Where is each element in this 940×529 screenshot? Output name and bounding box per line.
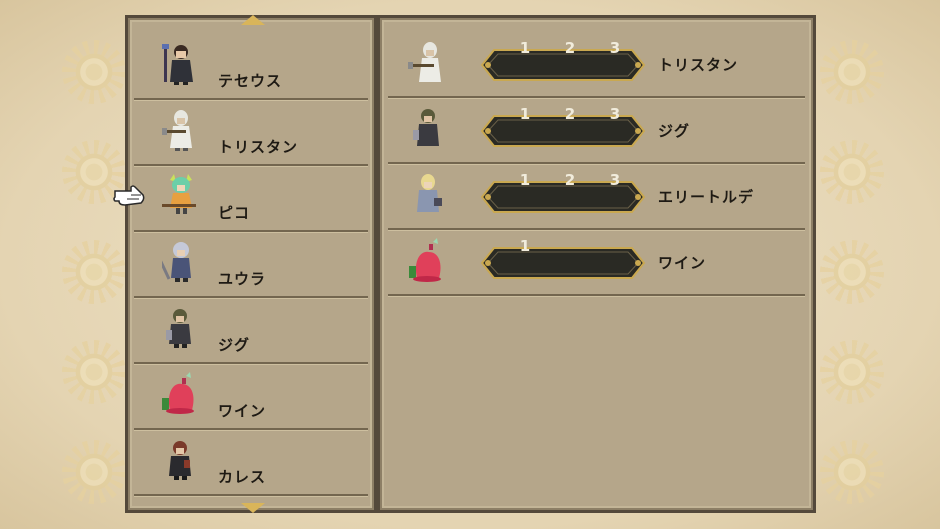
party-member-name: トリスタン xyxy=(218,138,299,156)
brown-haired-rogue-sprite-icon xyxy=(169,441,191,480)
dark-armored-knight-sprite-icon xyxy=(166,309,191,348)
white-robed-lancer-sprite-icon xyxy=(162,110,192,151)
party-member-name: ワイン xyxy=(218,402,267,420)
relation-level-plate xyxy=(480,247,646,279)
relation-row[interactable]: 1 ワイン xyxy=(388,230,805,296)
red-slime-sprite-icon xyxy=(409,238,441,282)
relation-level-label: 3 xyxy=(609,105,621,123)
sun-ornament xyxy=(62,440,126,504)
party-member-row[interactable]: ワイン xyxy=(134,362,368,430)
relation-row[interactable]: 1 2 3 ジグ xyxy=(388,98,805,164)
party-member-name: ピコ xyxy=(218,204,251,222)
relation-level-label: 1 xyxy=(519,171,531,189)
red-slime-sprite-icon xyxy=(162,372,194,414)
relation-level-label: 3 xyxy=(609,39,621,57)
party-member-name: ユウラ xyxy=(218,270,267,288)
sun-ornament xyxy=(820,340,884,404)
relation-level-label: 2 xyxy=(564,39,576,57)
sun-ornament xyxy=(62,340,126,404)
party-list-panel: テセウス トリスタン ピコ ユウラ ジグ ワイン カレス xyxy=(125,15,377,513)
white-robed-lancer-sprite-icon xyxy=(408,42,441,82)
party-member-name: カレス xyxy=(218,468,267,486)
sun-ornament xyxy=(820,440,884,504)
relation-level-label: 1 xyxy=(519,39,531,57)
relation-level-label: 1 xyxy=(519,105,531,123)
party-member-row[interactable]: ユウラ xyxy=(134,230,368,298)
relation-partner-name: トリスタン xyxy=(658,56,739,74)
relations-panel: 1 2 3 トリスタン 1 2 3 ジグ 1 2 3 エリートルデ 1 ワイン xyxy=(377,15,816,513)
scroll-up-arrow-icon[interactable] xyxy=(241,15,265,25)
sun-ornament xyxy=(820,140,884,204)
green-haired-witch-sprite-icon xyxy=(162,174,196,214)
relation-level-label: 3 xyxy=(609,171,621,189)
relation-level-label: 1 xyxy=(519,237,531,255)
relation-level-label: 2 xyxy=(564,105,576,123)
party-member-row[interactable]: テセウス xyxy=(134,32,368,100)
party-member-row-selected[interactable]: ピコ xyxy=(134,164,368,232)
relation-row[interactable]: 1 2 3 トリスタン xyxy=(388,32,805,98)
relation-partner-name: ジグ xyxy=(658,122,691,140)
party-member-row[interactable]: カレス xyxy=(134,428,368,496)
scroll-down-arrow-icon[interactable] xyxy=(241,503,265,513)
sun-ornament xyxy=(820,40,884,104)
silver-haired-swordsman-sprite-icon xyxy=(162,242,191,282)
party-member-name: ジグ xyxy=(218,336,251,354)
party-member-name: テセウス xyxy=(218,72,283,90)
relation-partner-name: ワイン xyxy=(658,254,707,272)
dark-armored-knight-sprite-icon xyxy=(413,109,439,146)
blonde-knight-sprite-icon xyxy=(417,174,442,212)
pointing-hand-cursor-icon xyxy=(113,185,145,206)
sun-ornament xyxy=(820,240,884,304)
relation-row[interactable]: 1 2 3 エリートルデ xyxy=(388,164,805,230)
cloaked-mage-sprite-icon xyxy=(162,44,193,85)
relation-level-label: 2 xyxy=(564,171,576,189)
sun-ornament xyxy=(62,240,126,304)
party-member-row[interactable]: ジグ xyxy=(134,296,368,364)
relation-partner-name: エリートルデ xyxy=(658,188,755,206)
party-member-row[interactable]: トリスタン xyxy=(134,98,368,166)
sun-ornament xyxy=(62,40,126,104)
